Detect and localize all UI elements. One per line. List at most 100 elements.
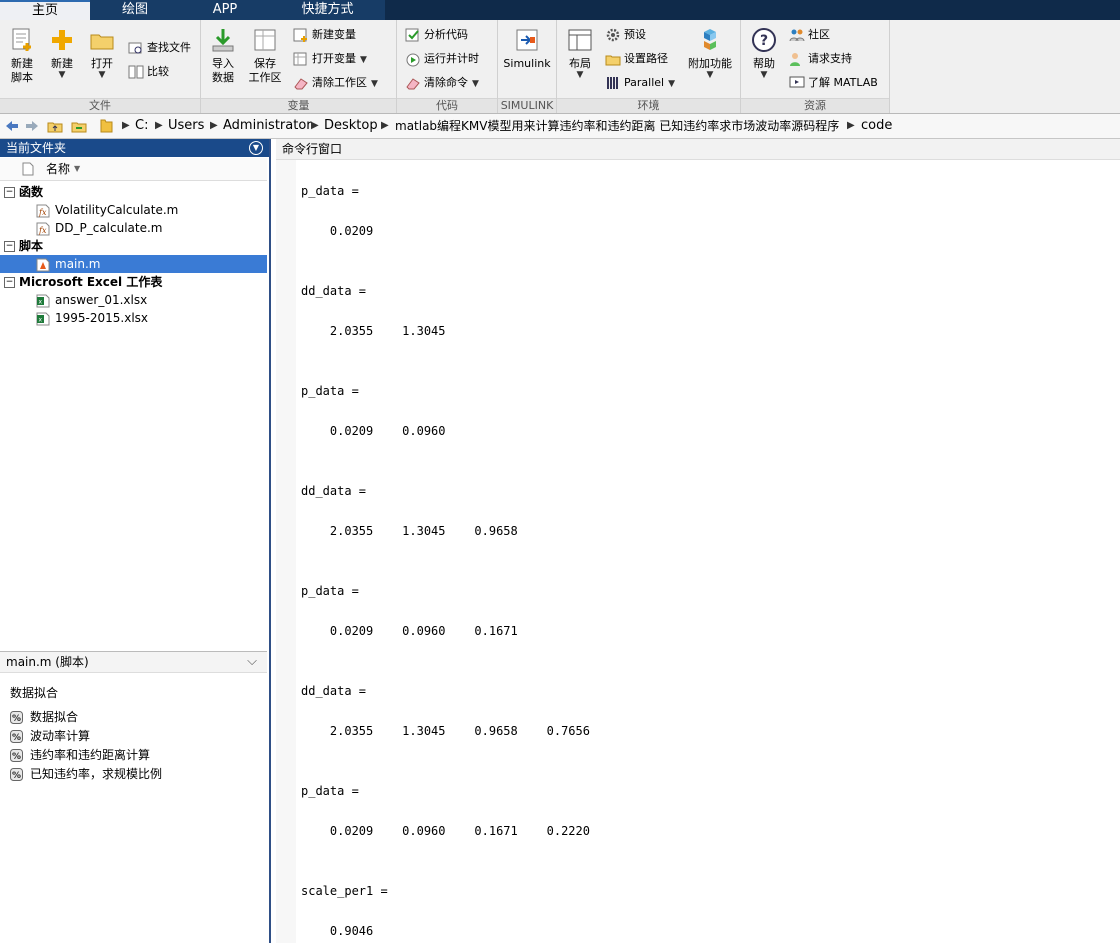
- browse-folder-icon[interactable]: [71, 118, 87, 134]
- collapse-icon[interactable]: −: [4, 277, 15, 288]
- breadcrumb-separator: ▶: [311, 120, 319, 131]
- chevron-down-icon[interactable]: ⌵: [247, 652, 257, 672]
- up-folder-icon[interactable]: [47, 118, 63, 134]
- section-functions[interactable]: − 函数: [4, 183, 43, 201]
- cell-label: 数据拟合: [30, 710, 79, 724]
- cell-item-default-distance[interactable]: % 违约率和违约距离计算: [10, 746, 150, 765]
- file-volatilitycalculate[interactable]: fx VolatilityCalculate.m: [36, 201, 178, 219]
- file-icon: [22, 162, 34, 176]
- file-main-m[interactable]: main.m: [0, 255, 267, 273]
- save-label-2: 工作区: [248, 71, 282, 84]
- save-workspace-button[interactable]: 保存 工作区: [245, 26, 285, 85]
- command-window-output[interactable]: p_data = 0.0209 dd_data = 2.0355 1.3045 …: [296, 160, 1120, 943]
- back-arrow-icon[interactable]: [4, 118, 20, 134]
- request-support-label: 请求支持: [808, 52, 852, 65]
- new-variable-icon: [293, 28, 307, 42]
- tab-home[interactable]: 主页: [0, 0, 90, 20]
- new-label: 新建: [51, 57, 73, 70]
- import-label-1: 导入: [212, 57, 234, 70]
- compare-button[interactable]: 比较: [128, 62, 169, 82]
- new-button[interactable]: 新建 ▼: [46, 26, 78, 80]
- analyze-code-button[interactable]: 分析代码: [405, 25, 468, 45]
- new-script-label-1: 新建: [11, 57, 33, 70]
- import-data-button[interactable]: 导入 数据: [207, 26, 239, 85]
- group-variable-label: 变量: [201, 98, 396, 113]
- group-resources: ? 帮助 ▼ 社区 请求支持 了解 MATLAB 资源: [741, 20, 890, 113]
- open-button[interactable]: 打开 ▼: [86, 26, 118, 80]
- compare-icon: [128, 65, 144, 79]
- file-dd-p-calculate[interactable]: fx DD_P_calculate.m: [36, 219, 162, 237]
- parallel-button[interactable]: Parallel ▼: [605, 73, 675, 93]
- address-bar: ▶ C: ▶ Users ▶ Administrator ▶ Desktop ▶…: [0, 114, 1120, 139]
- open-variable-button[interactable]: 打开变量 ▼: [293, 49, 367, 69]
- panel-menu-icon[interactable]: ▼: [249, 141, 263, 155]
- file-1995-2015[interactable]: x 1995-2015.xlsx: [36, 309, 148, 327]
- group-environment: 布局 ▼ 预设 设置路径 Parallel ▼ 附加功能 ▼ 环境: [557, 20, 741, 113]
- section-scripts[interactable]: − 脚本: [4, 237, 43, 255]
- breadcrumb-project-folder[interactable]: matlab编程KMV模型用来计算违约率和违约距离 已知违约率求市场波动率源码程…: [395, 114, 839, 138]
- import-label-2: 数据: [212, 71, 234, 84]
- cell-item-data-fit[interactable]: % 数据拟合: [10, 708, 78, 727]
- excel-file-icon: x: [36, 312, 50, 325]
- layout-button[interactable]: 布局 ▼: [565, 26, 595, 80]
- tab-apps[interactable]: APP: [180, 0, 270, 20]
- layout-label: 布局: [569, 57, 591, 70]
- output-line: p_data =: [301, 184, 359, 198]
- svg-text:?: ?: [760, 33, 768, 49]
- cell-label: 波动率计算: [30, 729, 91, 743]
- group-environment-label: 环境: [557, 98, 740, 113]
- svg-text:%: %: [12, 733, 21, 743]
- add-ons-label: 附加功能: [688, 57, 732, 70]
- section-excel[interactable]: − Microsoft Excel 工作表: [4, 273, 162, 291]
- set-path-button[interactable]: 设置路径: [605, 49, 668, 69]
- command-window-title: 命令行窗口: [282, 142, 343, 156]
- collapse-icon[interactable]: −: [4, 241, 15, 252]
- simulink-button[interactable]: Simulink: [502, 26, 552, 71]
- new-script-button[interactable]: 新建 脚本: [6, 26, 38, 85]
- group-resources-label: 资源: [741, 98, 889, 113]
- cell-item-volatility[interactable]: % 波动率计算: [10, 727, 90, 746]
- name-column-header[interactable]: 名称 ▼: [0, 158, 267, 181]
- breadcrumb-administrator[interactable]: Administrator: [223, 114, 312, 138]
- breadcrumb-code[interactable]: code: [861, 114, 892, 138]
- file-answer-01[interactable]: x answer_01.xlsx: [36, 291, 147, 309]
- help-button[interactable]: ? 帮助 ▼: [749, 26, 779, 80]
- output-line: 0.0209 0.0960 0.1671 0.2220: [301, 824, 590, 838]
- community-icon: [789, 29, 805, 42]
- section-functions-label: 函数: [19, 185, 44, 199]
- output-line: 0.9046: [301, 924, 374, 938]
- tab-plots[interactable]: 绘图: [90, 0, 180, 20]
- learn-matlab-button[interactable]: 了解 MATLAB: [789, 73, 878, 93]
- chevron-down-icon: ▼: [472, 79, 479, 89]
- run-and-time-button[interactable]: 运行并计时: [405, 49, 479, 69]
- breadcrumb-users[interactable]: Users: [168, 114, 204, 138]
- output-line: dd_data =: [301, 684, 367, 698]
- community-button[interactable]: 社区: [789, 25, 830, 45]
- preferences-button[interactable]: 预设: [605, 25, 646, 45]
- cell-item-scale-ratio[interactable]: % 已知违约率，求规模比例: [10, 765, 162, 784]
- file-name: main.m: [55, 257, 101, 271]
- tab-shortcuts[interactable]: 快捷方式: [270, 0, 385, 20]
- breadcrumb-drive[interactable]: C:: [135, 114, 148, 138]
- details-header[interactable]: main.m (脚本) ⌵: [0, 651, 267, 673]
- support-icon: [790, 53, 800, 66]
- cell-icon: %: [10, 730, 23, 743]
- chevron-down-icon: ▼: [58, 70, 66, 80]
- request-support-button[interactable]: 请求支持: [789, 49, 852, 69]
- clear-workspace-button[interactable]: 清除工作区 ▼: [293, 73, 378, 93]
- breadcrumb-desktop[interactable]: Desktop: [324, 114, 378, 138]
- clear-commands-button[interactable]: 清除命令 ▼: [405, 73, 479, 93]
- command-window-header: 命令行窗口: [276, 139, 1120, 160]
- output-line: 2.0355 1.3045 0.9658: [301, 524, 518, 538]
- run-and-time-label: 运行并计时: [424, 52, 479, 65]
- find-files-button[interactable]: 查找文件: [128, 38, 191, 58]
- new-variable-button[interactable]: 新建变量: [293, 25, 356, 45]
- collapse-icon[interactable]: −: [4, 187, 15, 198]
- function-file-icon: fx: [36, 204, 50, 217]
- output-line: 0.0209 0.0960: [301, 424, 446, 438]
- forward-arrow-icon[interactable]: [24, 118, 40, 134]
- breadcrumb-separator: ▶: [847, 120, 855, 131]
- section-scripts-label: 脚本: [19, 239, 44, 253]
- open-variable-label: 打开变量: [312, 52, 356, 65]
- add-ons-button[interactable]: 附加功能 ▼: [685, 26, 735, 80]
